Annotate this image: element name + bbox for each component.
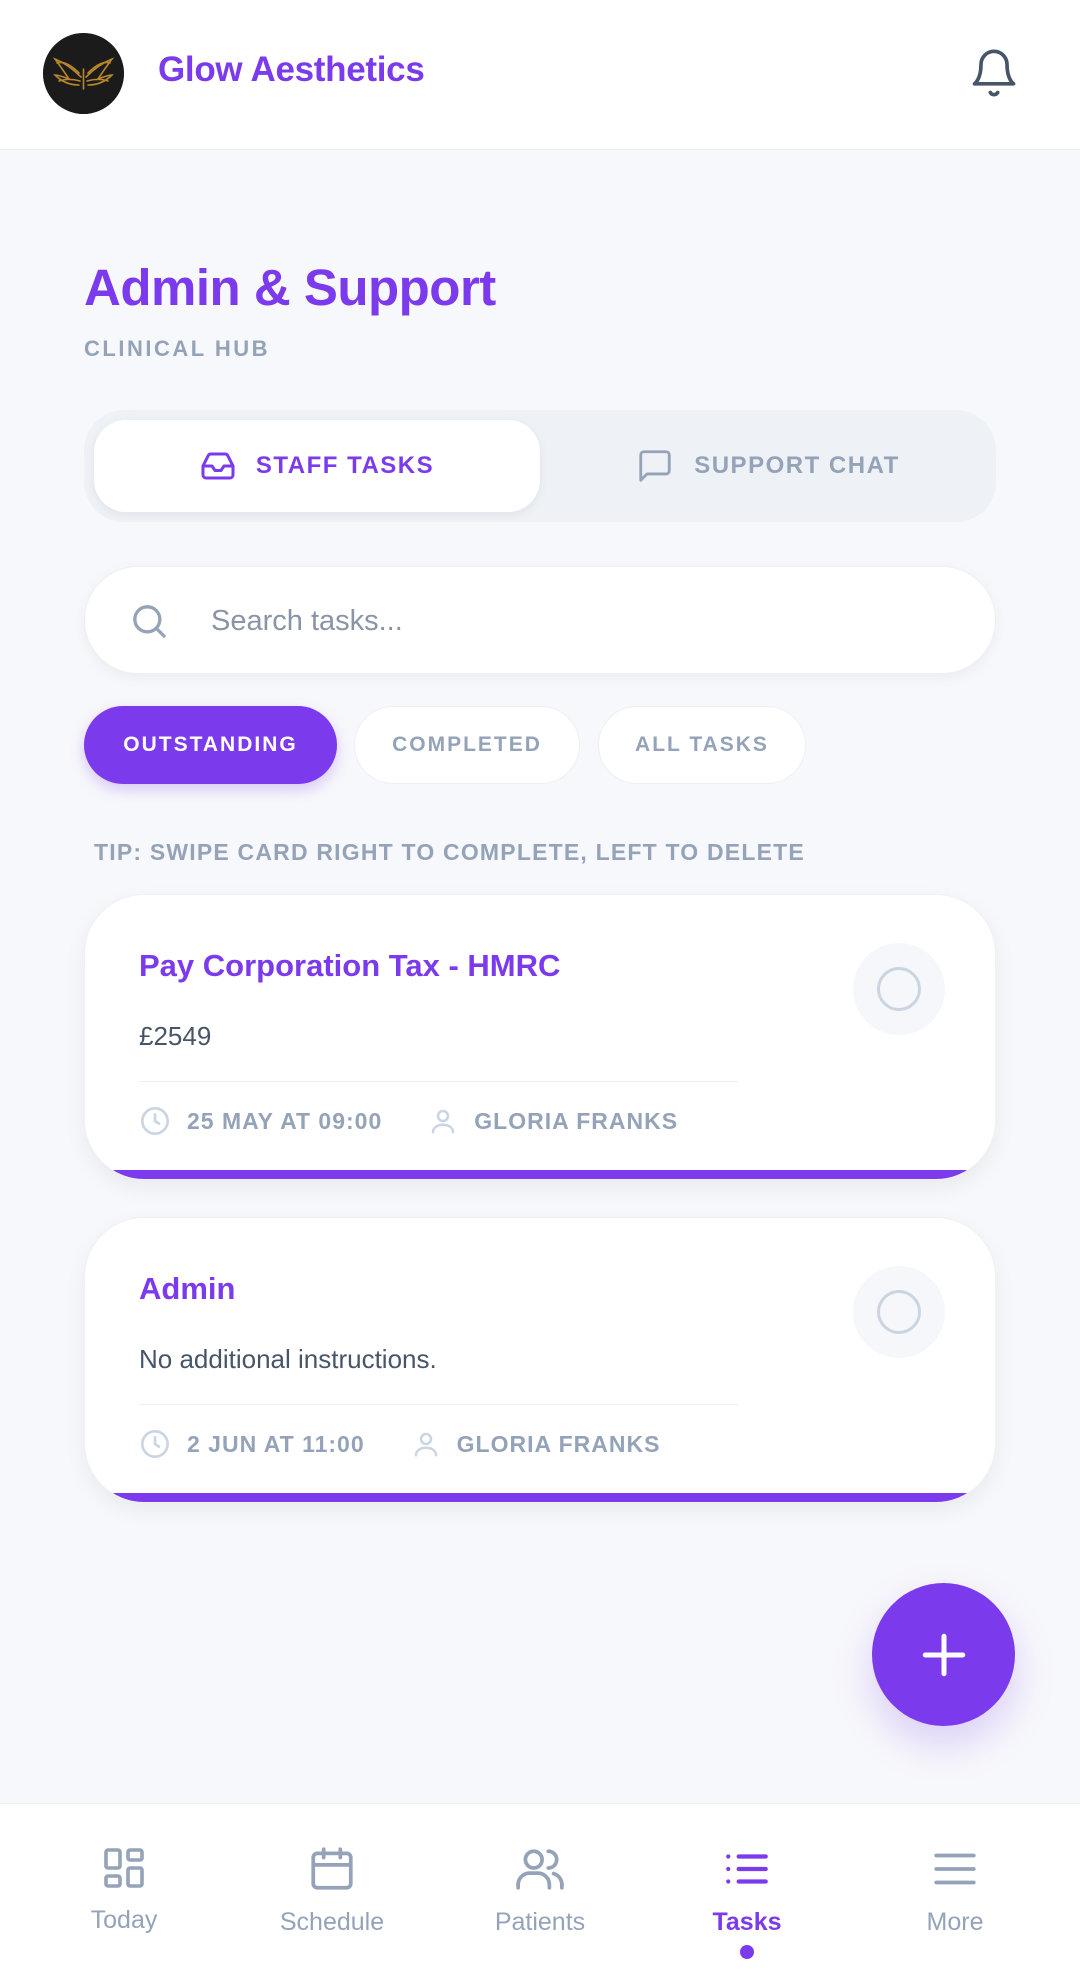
user-icon xyxy=(414,1432,437,1457)
menu-icon xyxy=(934,1853,976,1885)
card-accent-bar xyxy=(85,1170,995,1179)
tab-label: More xyxy=(926,1908,984,1936)
task-search-bar xyxy=(84,566,996,674)
page-title: Admin & Support xyxy=(84,259,496,316)
users-icon xyxy=(516,1849,564,1890)
active-tab-indicator xyxy=(740,1945,754,1959)
user-icon xyxy=(432,1109,455,1134)
page-subtitle: CLINICAL HUB xyxy=(84,336,271,361)
task-assignee: GLORIA FRANKS xyxy=(456,1430,661,1457)
bell-icon[interactable] xyxy=(968,47,1020,99)
task-card[interactable]: Admin No additional instructions. 2 JUN … xyxy=(84,1217,996,1503)
tab-label: Patients xyxy=(494,1908,586,1936)
inbox-icon xyxy=(201,452,235,480)
chat-bubble-icon xyxy=(639,450,671,482)
grid-icon xyxy=(104,1848,144,1888)
tab-today[interactable]: Today xyxy=(44,1804,204,1975)
tab-tasks[interactable]: Tasks xyxy=(667,1804,827,1975)
section-switcher: STAFF TASKS SUPPORT CHAT xyxy=(84,410,996,522)
filter-all-tasks[interactable]: ALL TASKS xyxy=(598,706,806,784)
task-meta: 25 MAY AT 09:00 GLORIA FRANKS xyxy=(139,1105,678,1137)
tab-label: Tasks xyxy=(712,1908,782,1936)
complete-task-checkbox[interactable] xyxy=(853,943,945,1035)
task-title: Pay Corporation Tax - HMRC xyxy=(139,948,561,983)
app-header: Glow Aesthetics xyxy=(0,0,1080,150)
winged-logo-icon[interactable] xyxy=(43,33,124,114)
staff-tasks-tab[interactable]: STAFF TASKS xyxy=(94,420,540,512)
support-chat-label: SUPPORT CHAT xyxy=(694,452,900,479)
add-task-button[interactable] xyxy=(872,1583,1015,1726)
tab-schedule[interactable]: Schedule xyxy=(252,1804,412,1975)
task-assignee: GLORIA FRANKS xyxy=(474,1107,679,1134)
swipe-tip: TIP: SWIPE CARD RIGHT TO COMPLETE, LEFT … xyxy=(94,839,805,865)
task-due: 2 JUN AT 11:00 xyxy=(187,1430,365,1457)
tab-label: Schedule xyxy=(279,1908,385,1936)
filter-completed[interactable]: COMPLETED xyxy=(354,706,580,784)
search-input[interactable] xyxy=(211,591,951,651)
task-description: No additional instructions. xyxy=(139,1344,437,1374)
tab-patients[interactable]: Patients xyxy=(460,1804,620,1975)
task-due: 25 MAY AT 09:00 xyxy=(187,1107,383,1134)
plus-icon xyxy=(922,1633,965,1676)
calendar-icon xyxy=(311,1847,353,1890)
task-title: Admin xyxy=(139,1271,236,1306)
brand-name: Glow Aesthetics xyxy=(158,50,425,89)
task-description: £2549 xyxy=(139,1021,212,1051)
clock-icon xyxy=(141,1107,169,1135)
tab-more[interactable]: More xyxy=(875,1804,1035,1975)
task-card[interactable]: Pay Corporation Tax - HMRC £2549 25 MAY … xyxy=(84,894,996,1180)
bottom-tab-bar: Today Schedule Patients Tasks More xyxy=(0,1803,1080,1975)
staff-tasks-label: STAFF TASKS xyxy=(255,452,435,479)
card-divider xyxy=(139,1081,739,1082)
support-chat-tab[interactable]: SUPPORT CHAT xyxy=(550,420,986,512)
task-meta: 2 JUN AT 11:00 GLORIA FRANKS xyxy=(139,1428,660,1460)
card-divider xyxy=(139,1404,739,1405)
tab-label: Today xyxy=(90,1906,158,1934)
filter-outstanding[interactable]: OUTSTANDING xyxy=(84,706,337,784)
clock-icon xyxy=(141,1430,169,1458)
search-icon xyxy=(133,605,166,638)
card-accent-bar xyxy=(85,1493,995,1502)
complete-task-checkbox[interactable] xyxy=(853,1266,945,1358)
list-icon xyxy=(726,1854,768,1884)
